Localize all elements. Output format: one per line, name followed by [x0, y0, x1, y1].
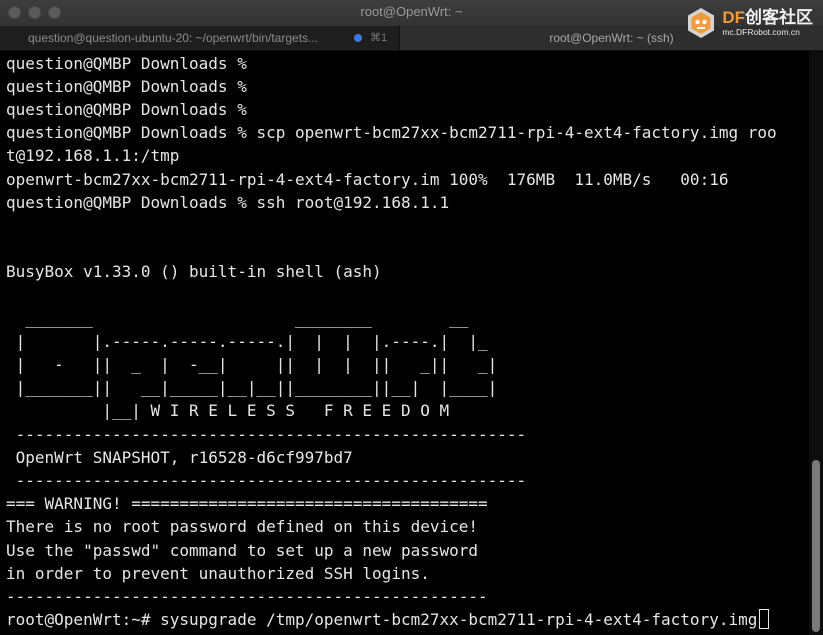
terminal-line: in order to prevent unauthorized SSH log…: [6, 564, 430, 583]
terminal-line: === WARNING! ===========================…: [6, 494, 488, 513]
terminal-line: question@QMBP Downloads % scp openwrt-bc…: [6, 123, 777, 142]
terminal-line: There is no root password defined on thi…: [6, 517, 479, 536]
terminal-line: ----------------------------------------…: [6, 425, 527, 444]
tab-label: question@question-ubuntu-20: ~/openwrt/b…: [28, 31, 319, 45]
terminal-line: ----------------------------------------…: [6, 471, 527, 490]
terminal-line: question@QMBP Downloads %: [6, 100, 247, 119]
terminal-line: openwrt-bcm27xx-bcm2711-rpi-4-ext4-facto…: [6, 170, 729, 189]
activity-dot-icon: [354, 34, 362, 42]
terminal-line: BusyBox v1.33.0 () built-in shell (ash): [6, 262, 382, 281]
brand-name: 创客社区: [745, 8, 813, 28]
ascii-logo-line: | - || _ | -__| || | | || _|| _|: [6, 355, 498, 374]
dfrobot-watermark: DF创客社区 mc.DFRobot.com.cn: [684, 6, 813, 40]
terminal-window: root@OpenWrt: ~ question@question-ubuntu…: [0, 0, 823, 635]
prompt-line[interactable]: root@OpenWrt:~# sysupgrade /tmp/openwrt-…: [6, 608, 770, 631]
terminal-line: OpenWrt SNAPSHOT, r16528-d6cf997bd7: [6, 448, 353, 467]
terminal-output[interactable]: question@QMBP Downloads % question@QMBP …: [0, 51, 823, 635]
terminal-line: question@QMBP Downloads %: [6, 77, 247, 96]
terminal-line: Use the "passwd" command to set up a new…: [6, 541, 479, 560]
robot-logo-icon: [688, 8, 715, 38]
ascii-logo-line: _______ ________ __: [6, 309, 469, 328]
terminal-line: t@192.168.1.1:/tmp: [6, 146, 180, 165]
prompt-command: root@OpenWrt:~# sysupgrade /tmp/openwrt-…: [6, 610, 758, 629]
tab-label: root@OpenWrt: ~ (ssh): [549, 31, 674, 45]
brand-df: DF: [722, 8, 745, 28]
ascii-logo-line: |__| W I R E L E S S F R E E D O M: [6, 401, 450, 420]
scrollbar-thumb[interactable]: [812, 460, 820, 632]
brand-url: mc.DFRobot.com.cn: [722, 27, 800, 38]
tab-shortcut: ⌘1: [370, 32, 388, 44]
tab-ubuntu-session[interactable]: question@question-ubuntu-20: ~/openwrt/b…: [0, 26, 400, 50]
terminal-cursor: [759, 609, 770, 629]
ascii-logo-line: | |.-----.-----.-----.| | | |.----.| |_: [6, 332, 488, 351]
terminal-line: question@QMBP Downloads %: [6, 54, 247, 73]
terminal-line: question@QMBP Downloads % ssh root@192.1…: [6, 193, 450, 212]
terminal-line: ----------------------------------------…: [6, 587, 488, 606]
ascii-logo-line: |_______|| __|_____|__|__||________||__|…: [6, 378, 498, 397]
